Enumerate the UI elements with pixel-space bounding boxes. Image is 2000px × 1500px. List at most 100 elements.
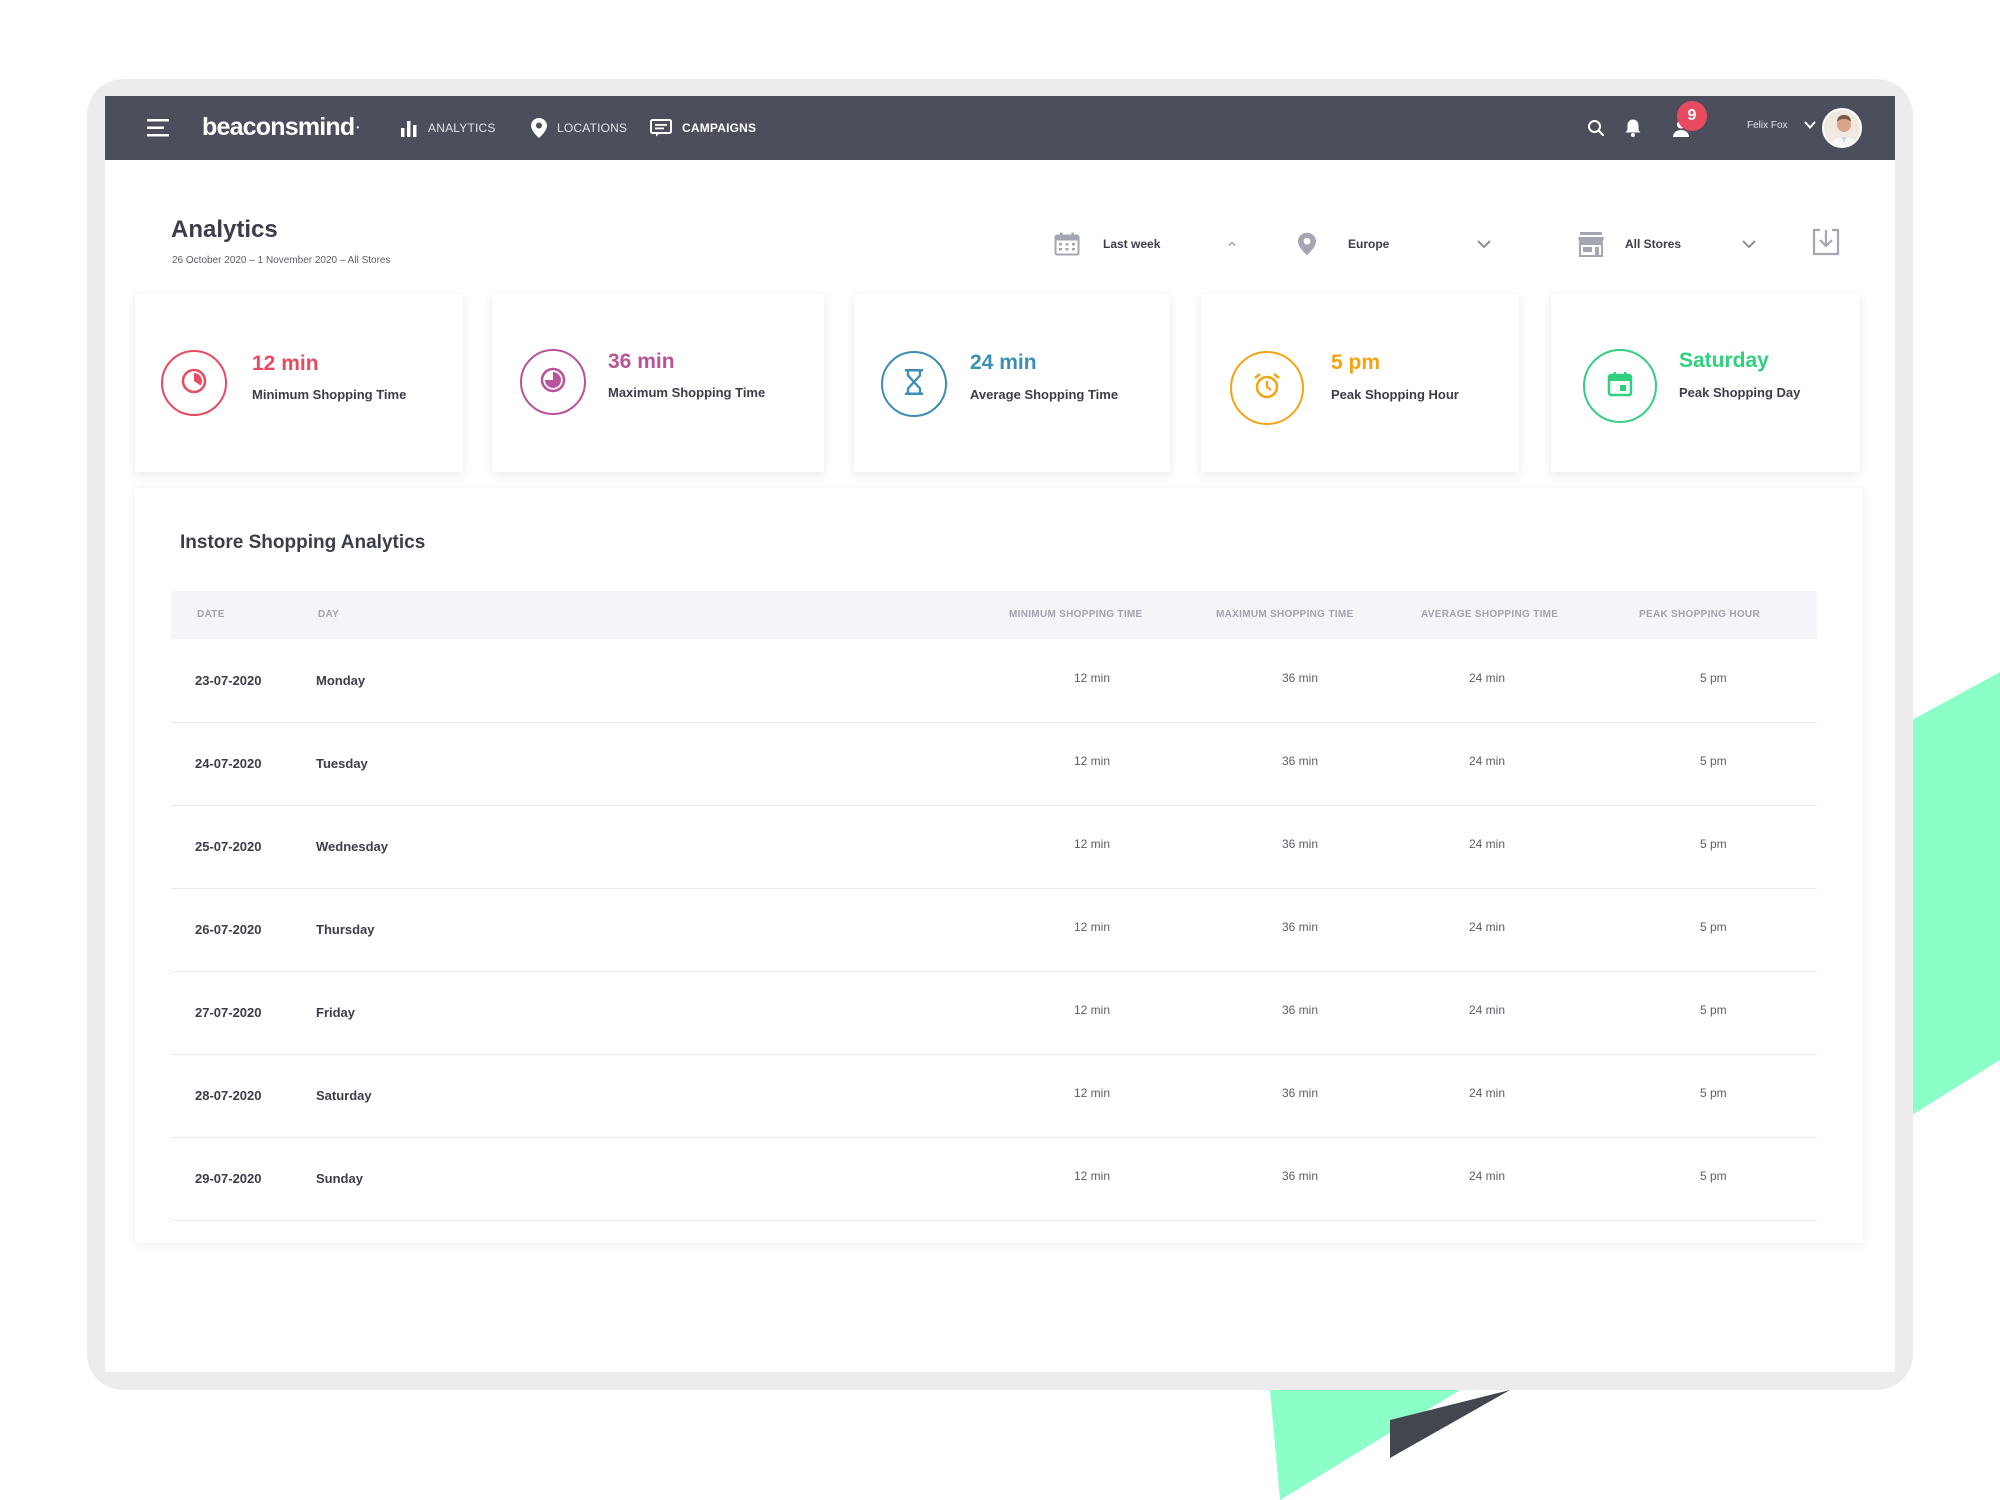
- nav-locations[interactable]: LOCATIONS: [531, 116, 627, 140]
- search-icon[interactable]: [1584, 116, 1608, 140]
- cell-day: Thursday: [316, 922, 375, 937]
- kpi-peak-day-value: Saturday: [1679, 349, 1769, 372]
- cell-min-time: 12 min: [1074, 837, 1111, 851]
- table-row[interactable]: 23-07-2020 Monday 12 min 36 min 24 min 5 pm: [171, 640, 1817, 723]
- pie-clock-icon: [180, 367, 208, 400]
- page-title: Analytics: [171, 216, 278, 243]
- store-select[interactable]: All Stores: [1625, 229, 1681, 259]
- date-range-select[interactable]: Last week: [1103, 229, 1160, 259]
- kpi-max-icon-circle: [520, 349, 586, 415]
- page-subtitle: 26 October 2020 – 1 November 2020 – All …: [172, 255, 391, 266]
- cell-min-time: 12 min: [1074, 1003, 1111, 1017]
- cell-peak-hour: 5 pm: [1700, 837, 1727, 851]
- top-navbar: beaconsmind • ANALYTICS LOCATIONS CAMPAIG…: [105, 96, 1895, 160]
- nav-locations-label: LOCATIONS: [557, 121, 628, 135]
- th-day[interactable]: DAY: [318, 609, 339, 620]
- stage: beaconsmind • ANALYTICS LOCATIONS CAMPAIG…: [0, 0, 2000, 1500]
- kpi-max-value: 36 min: [608, 350, 675, 373]
- kpi-peak-hour-value: 5 pm: [1331, 351, 1381, 374]
- cell-avg-time: 24 min: [1469, 920, 1506, 934]
- location-value: Europe: [1348, 237, 1390, 251]
- kpi-min-icon-circle: [161, 350, 227, 416]
- chevron-down-icon[interactable]: [1803, 118, 1817, 132]
- nav-analytics[interactable]: ANALYTICS: [400, 116, 496, 140]
- table-row[interactable]: 29-07-2020 Sunday 12 min 36 min 24 min 5 pm: [171, 1138, 1817, 1221]
- calendar-icon: [1606, 370, 1634, 403]
- table-row[interactable]: 28-07-2020 Saturday 12 min 36 min 24 min 5 pm: [171, 1055, 1817, 1138]
- cell-day: Friday: [316, 1005, 356, 1020]
- th-min-time[interactable]: MINIMUM SHOPPING TIME: [1009, 609, 1143, 620]
- store-icon[interactable]: [1577, 229, 1605, 259]
- table-row[interactable]: 27-07-2020 Friday 12 min 36 min 24 min 5 pm: [171, 972, 1817, 1055]
- kpi-avg-value: 24 min: [970, 351, 1037, 374]
- cell-date: 23-07-2020: [195, 673, 262, 688]
- cell-min-time: 12 min: [1074, 920, 1111, 934]
- pie-three-quarter-icon: [539, 366, 567, 399]
- table-row[interactable]: 24-07-2020 Tuesday 12 min 36 min 24 min 5 pm: [171, 723, 1817, 806]
- kpi-peak-day-label: Peak Shopping Day: [1679, 385, 1801, 400]
- cell-date: 26-07-2020: [195, 922, 262, 937]
- table-header: DATE DAY MINIMUM SHOPPING TIME MAXIMUM S…: [171, 591, 1817, 639]
- kpi-min-value: 12 min: [252, 352, 319, 375]
- cell-max-time: 36 min: [1282, 1086, 1319, 1100]
- table-title: Instore Shopping Analytics: [180, 532, 426, 553]
- chevron-down-icon[interactable]: [1741, 229, 1757, 259]
- hamburger-menu-icon[interactable]: [147, 114, 171, 142]
- cell-min-time: 12 min: [1074, 671, 1111, 685]
- chevron-up-icon[interactable]: [1227, 229, 1237, 259]
- kpi-card-min: 12 min Minimum Shopping Time: [135, 294, 463, 472]
- cell-day: Tuesday: [316, 756, 368, 771]
- th-max-time[interactable]: MAXIMUM SHOPPING TIME: [1216, 609, 1353, 620]
- cell-day: Wednesday: [316, 839, 389, 854]
- date-range-value: Last week: [1103, 237, 1161, 251]
- hourglass-icon: [902, 368, 926, 401]
- kpi-peak-hour-icon-circle: [1230, 351, 1304, 425]
- bar-chart-icon: [400, 119, 418, 137]
- th-peak-hour[interactable]: PEAK SHOPPING HOUR: [1639, 609, 1760, 620]
- location-pin-icon[interactable]: [1298, 229, 1316, 259]
- cell-min-time: 12 min: [1074, 1086, 1111, 1100]
- cell-peak-hour: 5 pm: [1700, 1003, 1727, 1017]
- kpi-peak-day-icon-circle: [1583, 349, 1657, 423]
- bell-icon[interactable]: [1621, 116, 1645, 140]
- location-pin-icon: [531, 118, 547, 138]
- brand-logo[interactable]: beaconsmind •: [202, 113, 359, 142]
- notification-badge: 9: [1677, 101, 1707, 131]
- download-icon[interactable]: [1811, 227, 1841, 257]
- th-avg-time[interactable]: AVERAGE SHOPPING TIME: [1421, 609, 1558, 620]
- cell-min-time: 12 min: [1074, 1169, 1111, 1183]
- avatar[interactable]: [1822, 108, 1862, 148]
- cell-max-time: 36 min: [1282, 920, 1319, 934]
- cell-max-time: 36 min: [1282, 754, 1319, 768]
- cell-date: 25-07-2020: [195, 839, 262, 854]
- table-row[interactable]: 25-07-2020 Wednesday 12 min 36 min 24 min 5 p…: [171, 806, 1817, 889]
- cell-peak-hour: 5 pm: [1700, 754, 1727, 768]
- nav-campaigns-label: CAMPAIGNS: [682, 121, 757, 135]
- cell-date: 27-07-2020: [195, 1005, 262, 1020]
- table-row[interactable]: 26-07-2020 Thursday 12 min 36 min 24 min 5 pm: [171, 889, 1817, 972]
- app-screen: beaconsmind • ANALYTICS LOCATIONS CAMPAIG…: [105, 96, 1895, 1372]
- location-select[interactable]: Europe: [1348, 229, 1389, 259]
- kpi-avg-icon-circle: [881, 351, 947, 417]
- chevron-down-icon[interactable]: [1476, 229, 1492, 259]
- kpi-avg-label: Average Shopping Time: [970, 387, 1119, 402]
- cell-peak-hour: 5 pm: [1700, 671, 1727, 685]
- alarm-clock-icon: [1252, 371, 1282, 406]
- kpi-card-avg: 24 min Average Shopping Time: [854, 294, 1170, 472]
- kpi-min-label: Minimum Shopping Time: [252, 387, 407, 402]
- cell-avg-time: 24 min: [1469, 837, 1506, 851]
- cell-day: Sunday: [316, 1171, 363, 1186]
- nav-campaigns[interactable]: CAMPAIGNS: [650, 116, 756, 140]
- cell-avg-time: 24 min: [1469, 1086, 1506, 1100]
- store-value: All Stores: [1625, 237, 1682, 251]
- cell-date: 29-07-2020: [195, 1171, 262, 1186]
- cell-date: 28-07-2020: [195, 1088, 262, 1103]
- cell-min-time: 12 min: [1074, 754, 1111, 768]
- cell-day: Monday: [316, 673, 366, 688]
- th-date[interactable]: DATE: [197, 609, 225, 620]
- calendar-icon[interactable]: [1054, 229, 1080, 259]
- cell-date: 24-07-2020: [195, 756, 262, 771]
- cell-max-time: 36 min: [1282, 1169, 1319, 1183]
- decorative-green-shape-right: [1900, 660, 2000, 1120]
- user-name[interactable]: Felix Fox: [1747, 120, 1788, 131]
